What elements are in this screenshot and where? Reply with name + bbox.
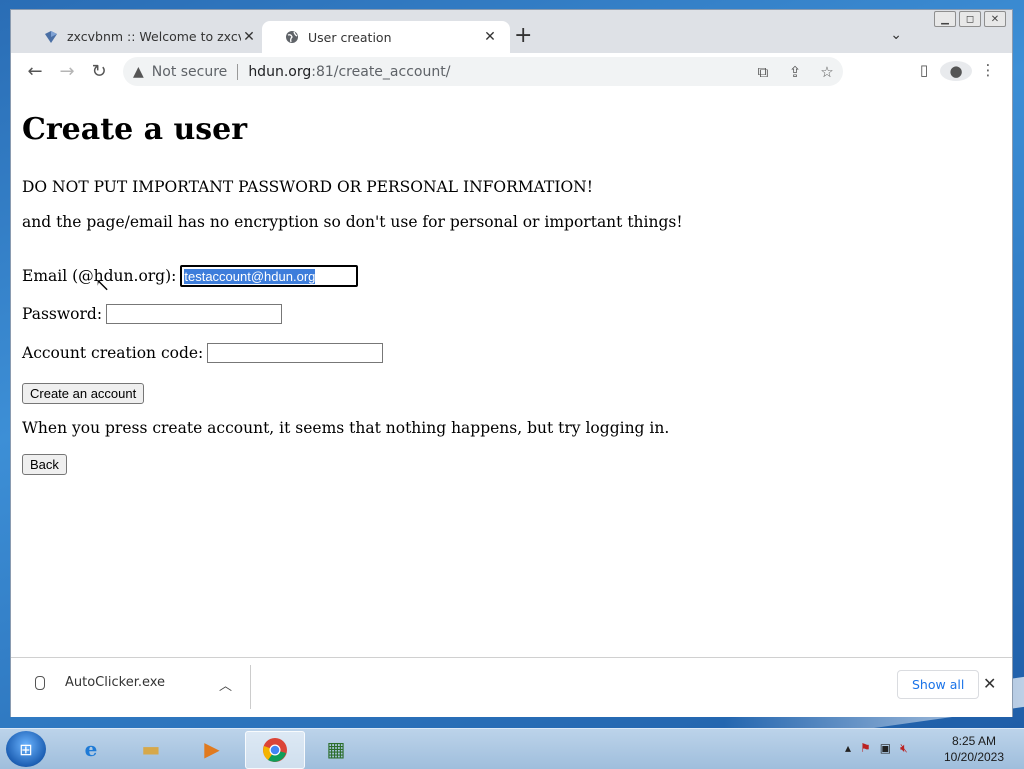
password-field[interactable] xyxy=(106,304,283,324)
mouse-cursor-icon: ↖ xyxy=(95,275,111,296)
show-all-button[interactable]: Show all xyxy=(897,670,980,699)
file-explorer-icon[interactable]: ▬ xyxy=(122,731,180,767)
download-divider xyxy=(250,665,251,709)
email-selected-value: testaccount@hdun.org xyxy=(184,268,316,284)
warning-text: DO NOT PUT IMPORTANT PASSWORD OR PERSONA… xyxy=(22,178,593,196)
show-hidden-icons-icon[interactable]: ▴ xyxy=(845,741,851,756)
encryption-note: and the page/email has no encryption so … xyxy=(22,213,683,231)
code-row: Account creation code: xyxy=(22,343,384,363)
windows-start-icon[interactable]: ⊞ xyxy=(6,731,46,767)
media-player-icon[interactable]: ▶ xyxy=(183,731,241,767)
share-icon[interactable]: ⇪ xyxy=(779,63,811,81)
forward-arrow-icon[interactable]: → xyxy=(51,61,83,82)
email-row: Email (@hdun.org): testaccount@hdun.org xyxy=(22,265,359,287)
security-label[interactable]: Not secure xyxy=(152,64,228,80)
password-label: Password: xyxy=(22,305,103,323)
create-account-button[interactable]: Create an account xyxy=(22,383,145,404)
back-arrow-icon[interactable]: ← xyxy=(19,61,51,82)
menu-kebab-icon[interactable]: ⋮ xyxy=(972,61,1004,81)
password-row: Password: xyxy=(22,304,283,324)
tab-user-creation[interactable]: User creation ✕ xyxy=(262,21,510,53)
clock-date: 10/20/2023 xyxy=(943,750,1005,764)
account-code-field[interactable] xyxy=(207,343,384,363)
toolbar-actions: ▯ ● ⋮ xyxy=(908,61,1004,81)
tab-title: User creation xyxy=(308,29,392,45)
close-downloads-icon[interactable]: ✕ xyxy=(983,674,996,693)
browser-window: ▁ ◻ ✕ zxcvbnm :: Welcome to zxcvbnm ✕ Us… xyxy=(10,9,1013,717)
download-filename: AutoClicker.exe xyxy=(65,675,166,690)
hint-text: When you press create account, it seems … xyxy=(22,419,670,437)
tab-title: zxcvbnm :: Welcome to zxcvbnm xyxy=(67,29,241,44)
profile-icon[interactable]: ● xyxy=(940,61,972,81)
globe-icon xyxy=(284,29,300,45)
chevron-up-icon[interactable]: ︿ xyxy=(219,675,232,694)
back-button[interactable]: Back xyxy=(22,454,67,475)
email-field[interactable]: testaccount@hdun.org xyxy=(180,265,359,287)
new-tab-icon[interactable]: + xyxy=(514,25,532,47)
address-divider xyxy=(237,63,239,80)
code-label: Account creation code: xyxy=(22,344,204,362)
clock-time: 8:25 AM xyxy=(951,734,997,748)
tab-zxcvbnm[interactable]: zxcvbnm :: Welcome to zxcvbnm ✕ xyxy=(21,21,269,52)
address-bar[interactable]: ▲ Not secure hdun.org:81/create_account/… xyxy=(123,57,843,86)
page-title: Create a user xyxy=(22,112,248,147)
taskbar: ⊞ e ▬ ▶ ▦ ▴ ⚑ ▣ 🔇︎ 8:25 AM 10/20/2023 xyxy=(0,728,1024,769)
chevron-down-icon[interactable]: ⌄ xyxy=(890,27,902,43)
download-shelf: AutoClicker.exe ︿ Show all ✕ xyxy=(11,657,1012,717)
file-icon xyxy=(35,675,45,690)
task-manager-icon[interactable]: ▦ xyxy=(307,731,365,767)
chrome-icon[interactable] xyxy=(245,731,305,769)
side-panel-icon[interactable]: ▯ xyxy=(908,61,940,81)
action-center-icon[interactable]: ⚑ xyxy=(860,741,871,756)
bookmark-star-icon[interactable]: ☆ xyxy=(811,63,843,81)
page-content: Create a user DO NOT PUT IMPORTANT PASSW… xyxy=(11,90,1012,657)
warning-triangle-icon: ▲ xyxy=(133,63,144,80)
network-icon[interactable]: ▣ xyxy=(880,741,891,756)
internet-explorer-icon[interactable]: e xyxy=(62,731,120,767)
system-tray: ▴ ⚑ ▣ 🔇︎ xyxy=(845,741,917,756)
translate-icon[interactable]: ⧉ xyxy=(747,63,779,81)
zxcvbnm-favicon-icon xyxy=(43,29,59,45)
url-host: hdun.org xyxy=(248,63,312,80)
download-item[interactable]: AutoClicker.exe xyxy=(35,675,165,690)
volume-muted-icon[interactable]: 🔇︎ xyxy=(900,741,908,756)
close-tab-icon[interactable]: ✕ xyxy=(482,29,498,45)
browser-toolbar: ← → ↻ ▲ Not secure hdun.org:81/create_ac… xyxy=(11,53,1012,91)
url-path: :81/create_account/ xyxy=(311,63,451,80)
reload-icon[interactable]: ↻ xyxy=(83,61,115,82)
close-tab-icon[interactable]: ✕ xyxy=(241,29,257,45)
system-clock[interactable]: 8:25 AM 10/20/2023 xyxy=(936,733,1012,765)
address-bar-actions: ⧉ ⇪ ☆ xyxy=(747,63,843,81)
